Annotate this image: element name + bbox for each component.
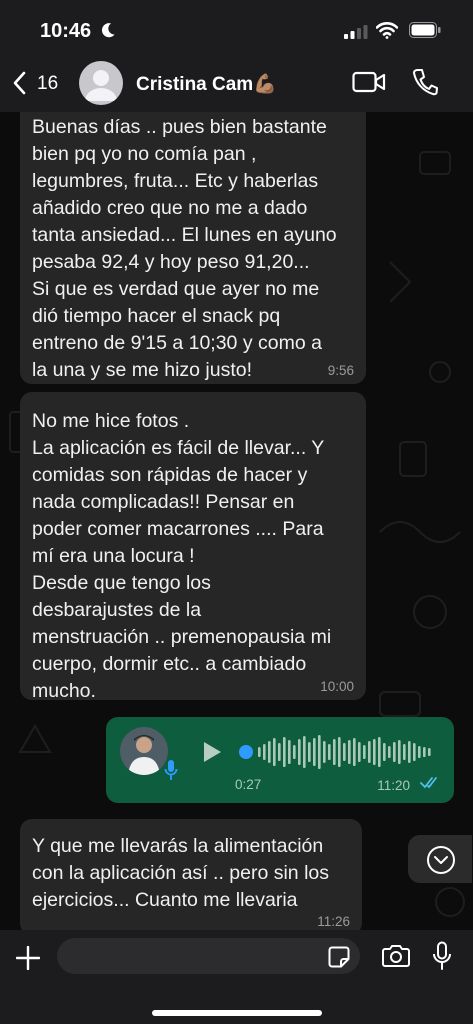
playback-position-dot[interactable] xyxy=(239,745,253,759)
message-time: 9:56 xyxy=(327,363,354,378)
battery-icon xyxy=(409,22,441,38)
video-call-icon[interactable] xyxy=(352,70,386,94)
waveform-bar xyxy=(263,744,266,760)
status-bar: 10:46 xyxy=(0,0,473,60)
message-bubble[interactable]: No me hice fotos . La aplicación es fáci… xyxy=(20,392,366,702)
waveform-bar xyxy=(358,742,361,762)
status-time: 10:46 xyxy=(40,20,92,42)
waveform-bar xyxy=(423,747,426,757)
waveform-bar xyxy=(368,741,371,763)
back-icon[interactable] xyxy=(12,71,26,95)
waveform-bar xyxy=(333,739,336,765)
message-time: 11:20 xyxy=(377,778,410,793)
waveform-bar xyxy=(383,743,386,761)
message-time: 11:26 xyxy=(317,914,350,929)
waveform-bar xyxy=(408,741,411,763)
waveform-bar xyxy=(348,740,351,764)
waveform-bar xyxy=(338,737,341,767)
composer-bar xyxy=(0,930,473,1024)
default-avatar-icon xyxy=(85,70,117,101)
waveform-bar xyxy=(258,747,261,757)
signal-icon xyxy=(344,25,368,39)
contact-name[interactable]: Cristina Cam💪🏽 xyxy=(136,72,277,96)
waveform-bar xyxy=(398,740,401,764)
message-text: Y que me llevarás la alimentación con la… xyxy=(32,835,329,911)
message-time: 10:00 xyxy=(320,679,354,694)
message-bubble[interactable]: Y que me llevarás la alimentación con la… xyxy=(20,819,362,930)
mic-icon xyxy=(164,760,178,780)
waveform-bar xyxy=(413,743,416,761)
waveform-bar xyxy=(308,742,311,762)
plus-icon[interactable] xyxy=(16,946,40,970)
camera-icon[interactable] xyxy=(381,944,411,968)
waveform-bar xyxy=(328,744,331,760)
message-input[interactable] xyxy=(57,938,360,974)
scroll-to-bottom-button[interactable] xyxy=(408,835,472,883)
message-text: No me hice fotos . La aplicación es fáci… xyxy=(32,410,332,702)
waveform-bar xyxy=(283,737,286,767)
waveform-bar xyxy=(273,738,276,766)
sticker-icon[interactable] xyxy=(328,946,350,968)
waveform-bar xyxy=(428,748,431,756)
waveform-bar xyxy=(313,738,316,766)
waveform-bar xyxy=(353,738,356,766)
waveform-bar xyxy=(298,739,301,765)
voice-message-bubble[interactable]: 0:27 11:20 xyxy=(106,717,454,803)
chat-header: 16 Cristina Cam💪🏽 xyxy=(0,56,473,112)
moon-icon xyxy=(101,23,115,38)
voice-duration: 0:27 xyxy=(235,777,262,792)
waveform-bar xyxy=(318,735,321,769)
message-text: Buenas días .. pues bien bastante bien p… xyxy=(32,116,337,381)
waveform-bar xyxy=(388,746,391,758)
sender-avatar xyxy=(120,727,168,775)
waveform-bar xyxy=(268,741,271,763)
waveform-bar xyxy=(378,737,381,767)
waveform-bar xyxy=(343,743,346,761)
waveform-bar xyxy=(363,745,366,759)
waveform-bar xyxy=(418,746,421,758)
chat-area[interactable]: Buenas días .. pues bien bastante bien p… xyxy=(0,112,473,930)
waveform-bar xyxy=(403,744,406,760)
waveform-bar xyxy=(323,741,326,763)
voice-waveform[interactable] xyxy=(238,733,436,771)
mic-icon[interactable] xyxy=(432,941,452,971)
contact-avatar[interactable] xyxy=(79,61,123,105)
home-indicator xyxy=(152,1010,322,1016)
unread-count[interactable]: 16 xyxy=(37,73,58,95)
waveform-bar xyxy=(288,740,291,764)
waveform-bar xyxy=(303,736,306,768)
person-photo-icon xyxy=(120,727,168,775)
wifi-icon xyxy=(376,22,398,39)
waveform-bar xyxy=(278,743,281,761)
chevron-down-icon xyxy=(427,846,455,874)
message-bubble[interactable]: Buenas días .. pues bien bastante bien p… xyxy=(20,112,366,384)
waveform-bar xyxy=(293,745,296,759)
waveform-bar xyxy=(373,739,376,765)
play-icon[interactable] xyxy=(202,741,222,763)
double-check-icon xyxy=(420,777,437,789)
phone-icon[interactable] xyxy=(412,68,438,96)
waveform-bar xyxy=(393,742,396,762)
